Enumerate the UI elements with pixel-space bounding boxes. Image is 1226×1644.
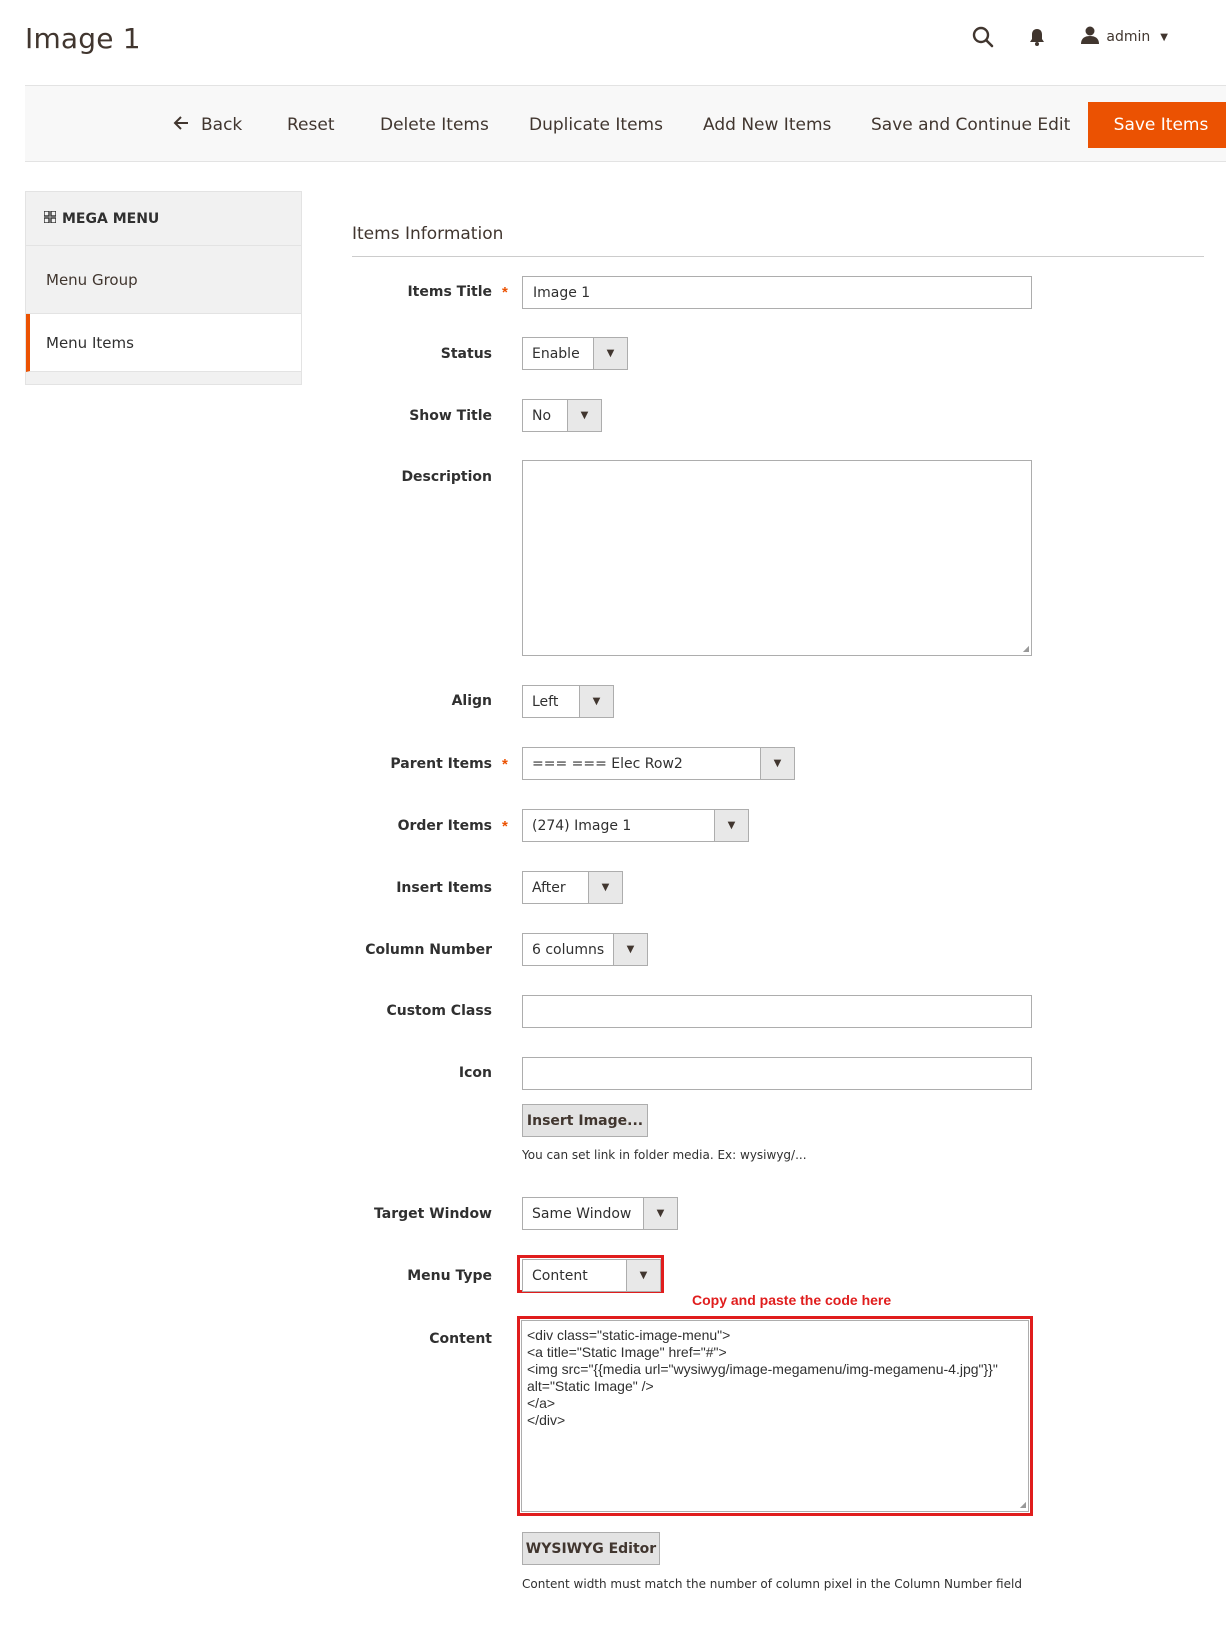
order-items-select[interactable]: (274) Image 1 ▼: [522, 809, 749, 842]
insert-items-value: After: [532, 879, 566, 896]
sidebar-item-menu-group[interactable]: Menu Group: [26, 246, 301, 314]
target-window-label: Target Window: [374, 1206, 492, 1222]
chevron-down-icon: ▼: [714, 810, 748, 841]
column-number-label: Column Number: [365, 942, 492, 958]
chevron-down-icon: ▼: [567, 400, 601, 431]
description-textarea[interactable]: ◢: [522, 460, 1032, 656]
arrow-left-icon: [173, 114, 189, 135]
user-icon: [1080, 25, 1100, 49]
sidebar-item-menu-items[interactable]: Menu Items: [26, 314, 301, 372]
chevron-down-icon: ▼: [588, 872, 622, 903]
grid-icon: [43, 210, 57, 226]
align-label: Align: [451, 693, 492, 709]
description-label: Description: [401, 469, 492, 485]
bell-icon[interactable]: [1024, 24, 1050, 50]
wysiwyg-editor-button[interactable]: WYSIWYG Editor: [522, 1532, 660, 1565]
parent-items-value: === === Elec Row2: [532, 755, 683, 772]
status-value: Enable: [532, 345, 580, 362]
sidebar: MEGA MENU Menu Group Menu Items: [25, 191, 302, 385]
show-title-select[interactable]: No ▼: [522, 399, 602, 432]
chevron-down-icon: ▼: [579, 686, 613, 717]
menu-type-value: Content: [532, 1267, 588, 1284]
parent-items-label: Parent Items: [390, 756, 492, 772]
sidebar-heading-label: MEGA MENU: [62, 210, 160, 227]
resize-handle-icon[interactable]: ◢: [1023, 645, 1029, 653]
content-note: Content width must match the number of c…: [522, 1577, 1022, 1591]
duplicate-items-button[interactable]: Duplicate Items: [529, 86, 663, 163]
status-select[interactable]: Enable ▼: [522, 337, 628, 370]
icon-note: You can set link in folder media. Ex: wy…: [522, 1148, 807, 1162]
align-select[interactable]: Left ▼: [522, 685, 614, 718]
show-title-label: Show Title: [409, 408, 492, 424]
delete-items-button[interactable]: Delete Items: [380, 86, 489, 163]
menu-type-label: Menu Type: [407, 1268, 492, 1284]
page-title: Image 1: [25, 22, 141, 55]
chevron-down-icon: ▼: [593, 338, 627, 369]
reset-button[interactable]: Reset: [287, 86, 335, 163]
chevron-down-icon: ▼: [626, 1260, 660, 1291]
show-title-value: No: [532, 407, 552, 424]
page-actions-toolbar: Back Reset Delete Items Duplicate Items …: [25, 85, 1226, 162]
insert-items-label: Insert Items: [396, 880, 492, 896]
section-divider: [352, 256, 1204, 257]
save-and-continue-button[interactable]: Save and Continue Edit: [871, 86, 1070, 163]
section-title: Items Information: [352, 224, 504, 244]
resize-handle-icon[interactable]: ◢: [1020, 1501, 1026, 1509]
custom-class-input[interactable]: [522, 995, 1032, 1028]
back-button[interactable]: Back: [173, 86, 242, 163]
order-items-label: Order Items: [397, 818, 492, 834]
required-marker: *: [502, 284, 508, 301]
header-actions: admin ▼: [970, 24, 1168, 50]
add-new-items-button[interactable]: Add New Items: [703, 86, 831, 163]
align-value: Left: [532, 693, 559, 710]
search-icon[interactable]: [970, 24, 996, 50]
insert-items-select[interactable]: After ▼: [522, 871, 623, 904]
menu-type-select[interactable]: Content ▼: [522, 1259, 661, 1292]
column-number-select[interactable]: 6 columns ▼: [522, 933, 648, 966]
required-marker: *: [502, 756, 508, 773]
required-marker: *: [502, 818, 508, 835]
parent-items-select[interactable]: === === Elec Row2 ▼: [522, 747, 795, 780]
target-window-value: Same Window: [532, 1205, 632, 1222]
admin-account-menu[interactable]: admin ▼: [1080, 25, 1168, 49]
admin-username: admin: [1106, 29, 1151, 45]
insert-image-button[interactable]: Insert Image...: [522, 1104, 648, 1137]
custom-class-label: Custom Class: [386, 1003, 492, 1019]
chevron-down-icon: ▼: [760, 748, 794, 779]
content-code: <div class="static-image-menu"> <a title…: [527, 1327, 998, 1428]
column-number-value: 6 columns: [532, 941, 605, 958]
items-title-label: Items Title: [407, 284, 492, 300]
back-label: Back: [201, 114, 243, 135]
status-label: Status: [440, 346, 492, 362]
order-items-value: (274) Image 1: [532, 817, 632, 834]
items-title-input[interactable]: Image 1: [522, 276, 1032, 309]
target-window-select[interactable]: Same Window ▼: [522, 1197, 678, 1230]
sidebar-heading: MEGA MENU: [26, 192, 301, 246]
icon-label: Icon: [458, 1065, 492, 1081]
chevron-down-icon: ▼: [613, 934, 647, 965]
content-label: Content: [429, 1331, 492, 1347]
annotation-text: Copy and paste the code here: [692, 1292, 892, 1308]
caret-down-icon: ▼: [1160, 31, 1168, 43]
save-items-button[interactable]: Save Items: [1088, 102, 1226, 148]
icon-input[interactable]: [522, 1057, 1032, 1090]
chevron-down-icon: ▼: [643, 1198, 677, 1229]
